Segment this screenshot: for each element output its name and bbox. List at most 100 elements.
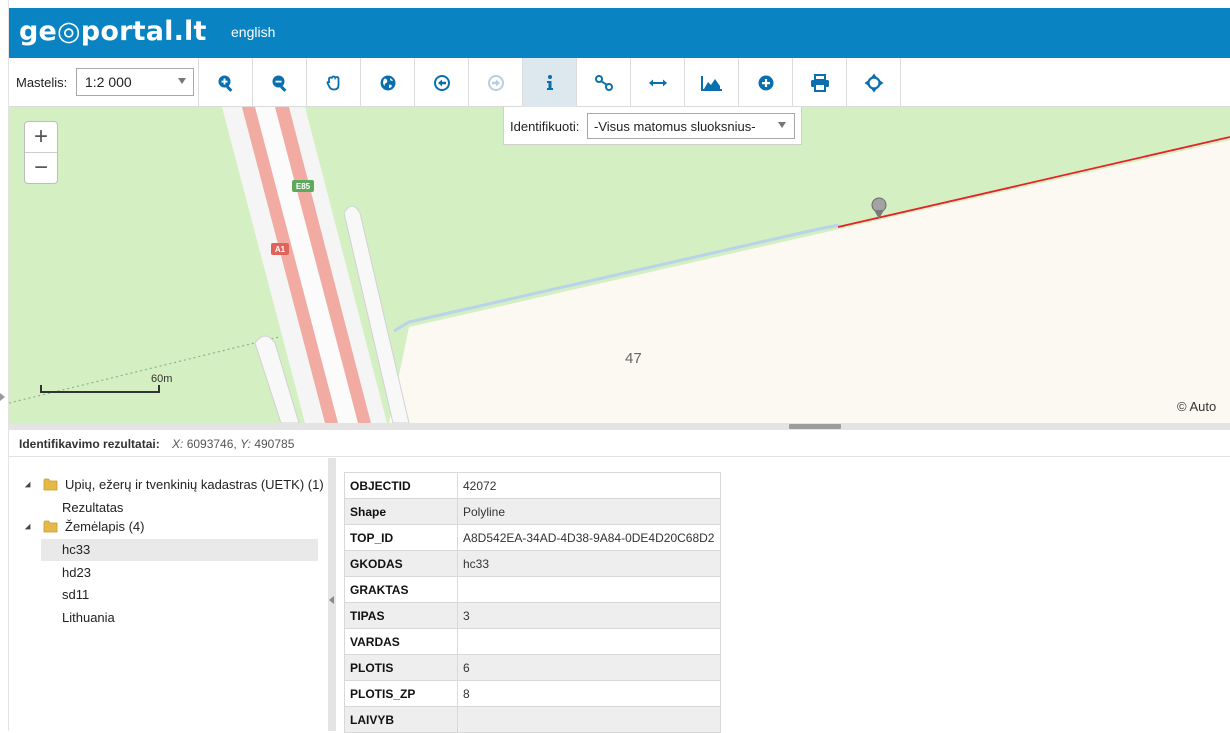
hand-icon	[326, 75, 339, 90]
elevation-profile-tool[interactable]	[685, 58, 739, 107]
add-tool[interactable]	[739, 58, 793, 107]
next-extent-tool[interactable]	[469, 58, 523, 107]
collapse-left-icon[interactable]	[329, 596, 334, 604]
attribute-value: 42072	[457, 472, 721, 499]
attribute-key: TIPAS	[344, 602, 458, 629]
double-arrow-icon	[648, 79, 667, 86]
road-shield-e85: E85	[296, 182, 311, 191]
attribute-value: 6	[457, 654, 721, 681]
table-row: TOP_ID A8D542EA-34AD-4D38-9A84-0DE4D20C68…	[344, 524, 721, 551]
identify-tool[interactable]	[523, 58, 577, 107]
folder-icon	[43, 478, 58, 491]
map-toolbar: Mastelis: 1:2 000	[9, 58, 1230, 107]
attribute-value	[457, 628, 721, 655]
geoportal-logo[interactable]: ge◎portal.lt	[19, 16, 207, 47]
x-value: 6093746	[186, 437, 234, 451]
expand-left-panel-icon[interactable]	[0, 393, 5, 401]
measure-tool[interactable]	[631, 58, 685, 107]
tree-item-hc33[interactable]: hc33	[41, 539, 318, 561]
app-header: ge◎portal.lt english	[9, 8, 1230, 58]
attribute-table: OBJECTID 42072 Shape Polyline TOP_ID A8D542…	[344, 472, 721, 733]
previous-extent-tool[interactable]	[415, 58, 469, 107]
road-shield-a1: A1	[275, 245, 286, 254]
scale-label: Mastelis:	[16, 75, 68, 90]
table-row: PLOTIS_ZP 8	[344, 680, 721, 707]
map-attribution: © Auto	[1177, 399, 1217, 414]
table-row: PLOTIS 6	[344, 654, 721, 681]
y-value: 490785	[254, 437, 295, 451]
zoom-out-tool[interactable]	[253, 58, 307, 107]
table-row: OBJECTID 42072	[344, 472, 721, 499]
x-label: X:	[172, 437, 184, 451]
zoom-in-icon	[218, 75, 232, 92]
results-tree: Upių, ežerų ir tvenkinių kadastras (UETK…	[9, 458, 328, 731]
attribute-value: 3	[457, 602, 721, 629]
chevron-down-icon	[778, 122, 786, 128]
attribute-key: GKODAS	[344, 550, 458, 577]
green-area	[9, 107, 1230, 423]
results-title: Identifikavimo rezultatai:	[19, 437, 160, 451]
map-view[interactable]: E85 A1 + − Identifikuoti: -Visus matomus…	[9, 107, 1230, 423]
attribute-key: TOP_ID	[344, 524, 458, 551]
splitter-grip-handle[interactable]	[789, 424, 841, 429]
map-canvas: E85 A1	[9, 107, 1230, 423]
info-marker-icon	[871, 197, 887, 213]
scale-bar	[40, 385, 160, 393]
scale-select[interactable]: 1:2 000	[76, 68, 194, 96]
identify-label: Identifikuoti:	[510, 119, 580, 134]
chevron-down-icon	[178, 78, 186, 84]
tree-group-zemelapis[interactable]: Žemėlapis (4)	[23, 517, 323, 539]
tree-item-hd23[interactable]: hd23	[41, 562, 318, 584]
printer-icon	[810, 73, 829, 92]
table-row: VARDAS	[344, 628, 721, 655]
globe-icon	[380, 75, 395, 90]
attribute-value: hc33	[457, 550, 721, 577]
plus-circle-icon	[758, 75, 773, 90]
parcel-number: 47	[625, 350, 642, 367]
attribute-key: Shape	[344, 498, 458, 525]
route-icon	[594, 74, 613, 91]
left-side-strip	[0, 0, 9, 731]
pan-tool[interactable]	[307, 58, 361, 107]
results-coordinates: X: 6093746, Y: 490785	[172, 437, 295, 451]
identify-layer-select[interactable]: -Visus matomus sluoksnius-	[587, 113, 795, 139]
full-extent-tool[interactable]	[361, 58, 415, 107]
attribute-key: OBJECTID	[344, 472, 458, 499]
attribute-value: Polyline	[457, 498, 721, 525]
attribute-value	[457, 576, 721, 603]
arrow-left-circle-icon	[433, 74, 450, 91]
scale-value: 1:2 000	[85, 74, 132, 90]
map-zoom-in-button[interactable]: +	[25, 122, 57, 153]
vertical-splitter[interactable]	[328, 458, 336, 731]
tree-item-label: Rezultatas	[62, 500, 124, 515]
y-label: Y:	[240, 437, 251, 451]
attribute-value	[457, 706, 721, 733]
results-header: Identifikavimo rezultatai: X: 6093746, Y…	[9, 430, 1230, 457]
map-zoom-out-button[interactable]: −	[25, 153, 57, 184]
expand-caret-icon[interactable]	[24, 481, 34, 491]
tree-item-sd11[interactable]: sd11	[41, 584, 318, 606]
attribute-key: VARDAS	[344, 628, 458, 655]
tree-group-label: Upių, ežerų ir tvenkinių kadastras (UETK…	[65, 477, 324, 492]
attribute-value: 8	[457, 680, 721, 707]
tree-group-uetk[interactable]: Upių, ežerų ir tvenkinių kadastras (UETK…	[23, 475, 324, 497]
expand-caret-icon[interactable]	[24, 523, 34, 533]
print-tool[interactable]	[793, 58, 847, 107]
language-link[interactable]: english	[231, 24, 275, 40]
locate-tool[interactable]	[847, 58, 901, 107]
folder-icon	[43, 520, 58, 533]
route-tool[interactable]	[577, 58, 631, 107]
attribute-key: PLOTIS_ZP	[344, 680, 458, 707]
table-row: TIPAS 3	[344, 602, 721, 629]
arrow-right-circle-icon	[487, 74, 504, 91]
tool-buttons	[198, 58, 901, 107]
attribute-key: LAIVYB	[344, 706, 458, 733]
attribute-key: PLOTIS	[344, 654, 458, 681]
tree-group-label: Žemėlapis (4)	[65, 519, 145, 534]
tree-item-lithuania[interactable]: Lithuania	[41, 607, 318, 629]
zoom-in-tool[interactable]	[199, 58, 253, 107]
info-icon	[546, 74, 553, 90]
tree-item-label: sd11	[62, 587, 90, 602]
table-row: GRAKTAS	[344, 576, 721, 603]
tree-item-label: Lithuania	[62, 610, 115, 625]
